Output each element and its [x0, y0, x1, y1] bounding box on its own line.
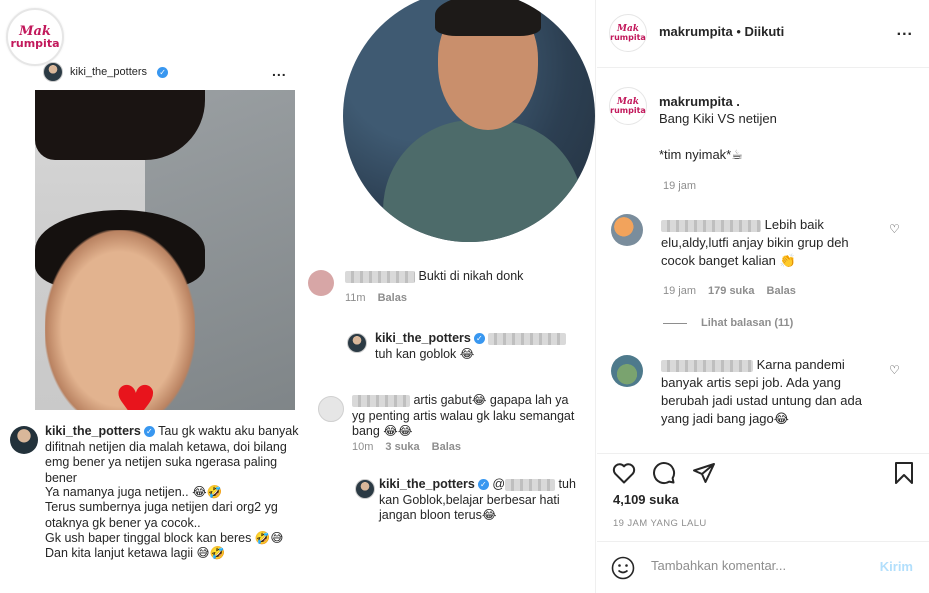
replies-line	[663, 322, 687, 324]
comment-1-time: 19 jam	[663, 285, 697, 297]
caption-username[interactable]: makrumpita .	[659, 94, 740, 109]
commenter-avatar[interactable]	[611, 214, 643, 246]
avatar	[347, 333, 367, 353]
emoji-icon[interactable]	[611, 556, 635, 580]
post-time-ago[interactable]: 19 JAM YANG LALU	[613, 518, 707, 529]
comment-1-likes[interactable]: 179 suka	[708, 285, 754, 297]
commenter-avatar[interactable]	[611, 355, 643, 387]
likes-count[interactable]: 4,109 suka	[613, 492, 679, 507]
caption-line-2: *tim nyimak*☕	[659, 147, 743, 162]
caption-line-1: Bang Kiki VS netijen	[659, 111, 777, 126]
screenshot-comment-a: Bukti di nikah donk	[345, 269, 575, 285]
makrumpita-logo: Mak rumpita	[6, 8, 64, 66]
view-replies-label: Lihat balasan (11)	[701, 317, 794, 329]
reply-b-mention: @	[492, 477, 506, 491]
comment-a-time: 11m	[345, 292, 366, 304]
screenshot-reply-b: kiki_the_potters ✓ @ tuh kan Goblok,belaj…	[379, 477, 589, 524]
share-icon[interactable]	[691, 460, 717, 486]
comment-a-meta: 11m Balas	[345, 292, 407, 304]
post-image: Mak rumpita kiki_the_potters ✓ ... ♥ kik…	[0, 0, 596, 593]
comment-text-4: Gk ush baper tinggal block kan beres 🤣😅	[45, 531, 284, 545]
post-actions: 4,109 suka 19 JAM YANG LALU	[597, 453, 929, 541]
avatar	[308, 270, 334, 296]
comment-b-reply: Balas	[431, 441, 462, 453]
account-name-link[interactable]: makrumpita	[659, 24, 733, 39]
post-header-title: makrumpita • Diikuti	[659, 24, 784, 39]
comment-1: Lebih baik elu,aldy,lutfi anjay bikin gr…	[661, 216, 876, 270]
blurred-username	[661, 359, 753, 372]
comment-1-meta: 19 jam 179 suka Balas	[663, 285, 796, 297]
view-replies-button[interactable]: Lihat balasan (11)	[663, 317, 793, 329]
comment-a-reply: Balas	[377, 292, 407, 304]
reply-b-username: kiki_the_potters	[379, 477, 475, 491]
verified-icon: ✓	[473, 333, 485, 345]
comment-text-5: Dan kita lanjut ketawa lagii 😅🤣	[45, 546, 226, 560]
reply-a-text: tuh kan goblok 😂	[375, 346, 475, 361]
blurred-mention	[488, 332, 567, 345]
like-icon[interactable]	[611, 460, 637, 486]
more-icon: ...	[272, 63, 287, 79]
reply-a-username: kiki_the_potters	[375, 331, 471, 345]
comment-2: Karna pandemi banyak artis sepi job. Ada…	[661, 356, 876, 428]
comment-b-meta: 10m 3 suka Balas	[352, 441, 461, 453]
post-side-panel: Mak rumpita makrumpita • Diikuti ... Mak…	[597, 0, 929, 593]
logo-text-mak: Mak	[19, 23, 51, 39]
comment-text-3: Terus sumbernya juga netijen dari org2 y…	[45, 500, 278, 530]
caption-timestamp: 19 jam	[663, 180, 697, 192]
separator: •	[736, 24, 741, 39]
add-comment-input[interactable]	[651, 558, 861, 573]
avatar	[318, 396, 344, 422]
screenshot-comment-b: artis gabut😂 gapapa lah ya yg penting ar…	[352, 393, 584, 440]
save-icon[interactable]	[891, 460, 917, 486]
heart-sticker-icon: ♥	[115, 361, 157, 410]
screenshot-main-comment: kiki_the_potters ✓ Tau gk waktu aku banya…	[45, 424, 310, 486]
like-comment-icon[interactable]: ♡	[889, 363, 900, 377]
post-header: Mak rumpita makrumpita • Diikuti ...	[597, 0, 929, 68]
verified-icon: ✓	[477, 479, 489, 491]
comment-b-likes: 3 suka	[385, 441, 420, 453]
logo-text-rumpita: rumpita	[10, 36, 60, 50]
more-options-icon[interactable]: ...	[897, 22, 913, 40]
portrait-photo	[343, 0, 595, 242]
logo-text-rumpita: rumpita	[610, 105, 646, 115]
comments-list[interactable]: Mak rumpita makrumpita . Bang Kiki VS ne…	[597, 69, 929, 453]
blurred-username	[661, 219, 761, 232]
screenshot-reply-a: kiki_the_potters ✓ tuh kan goblok 😂	[375, 331, 585, 362]
blurred-username	[352, 394, 410, 407]
account-avatar[interactable]: Mak rumpita	[609, 87, 647, 125]
comment-a-text: Bukti di nikah donk	[418, 269, 524, 283]
account-avatar[interactable]: Mak rumpita	[609, 14, 647, 52]
send-comment-button[interactable]: Kirim	[880, 559, 913, 574]
screenshot-post-header: kiki_the_potters ✓	[43, 62, 169, 82]
like-comment-icon[interactable]: ♡	[889, 222, 900, 236]
verified-icon: ✓	[157, 66, 169, 78]
selfie-photo: ♥	[35, 90, 295, 410]
caption-time: 19 jam	[663, 180, 696, 192]
comment-1-reply-button[interactable]: Balas	[767, 285, 796, 297]
add-comment-bar: Kirim	[597, 541, 929, 593]
logo-text-rumpita: rumpita	[610, 32, 646, 42]
avatar	[355, 479, 375, 499]
comment-icon[interactable]	[651, 460, 677, 486]
blurred-mention	[505, 478, 556, 491]
avatar	[10, 426, 38, 454]
verified-icon: ✓	[143, 426, 155, 438]
screenshot-username: kiki_the_potters	[70, 66, 148, 78]
blurred-username	[345, 270, 415, 283]
avatar	[43, 62, 63, 82]
comment-username: kiki_the_potters	[45, 424, 141, 438]
comment-b-time: 10m	[352, 441, 374, 453]
comment-text-2: Ya namanya juga netijen.. 😂🤣	[45, 485, 223, 499]
following-button[interactable]: Diikuti	[745, 24, 785, 39]
